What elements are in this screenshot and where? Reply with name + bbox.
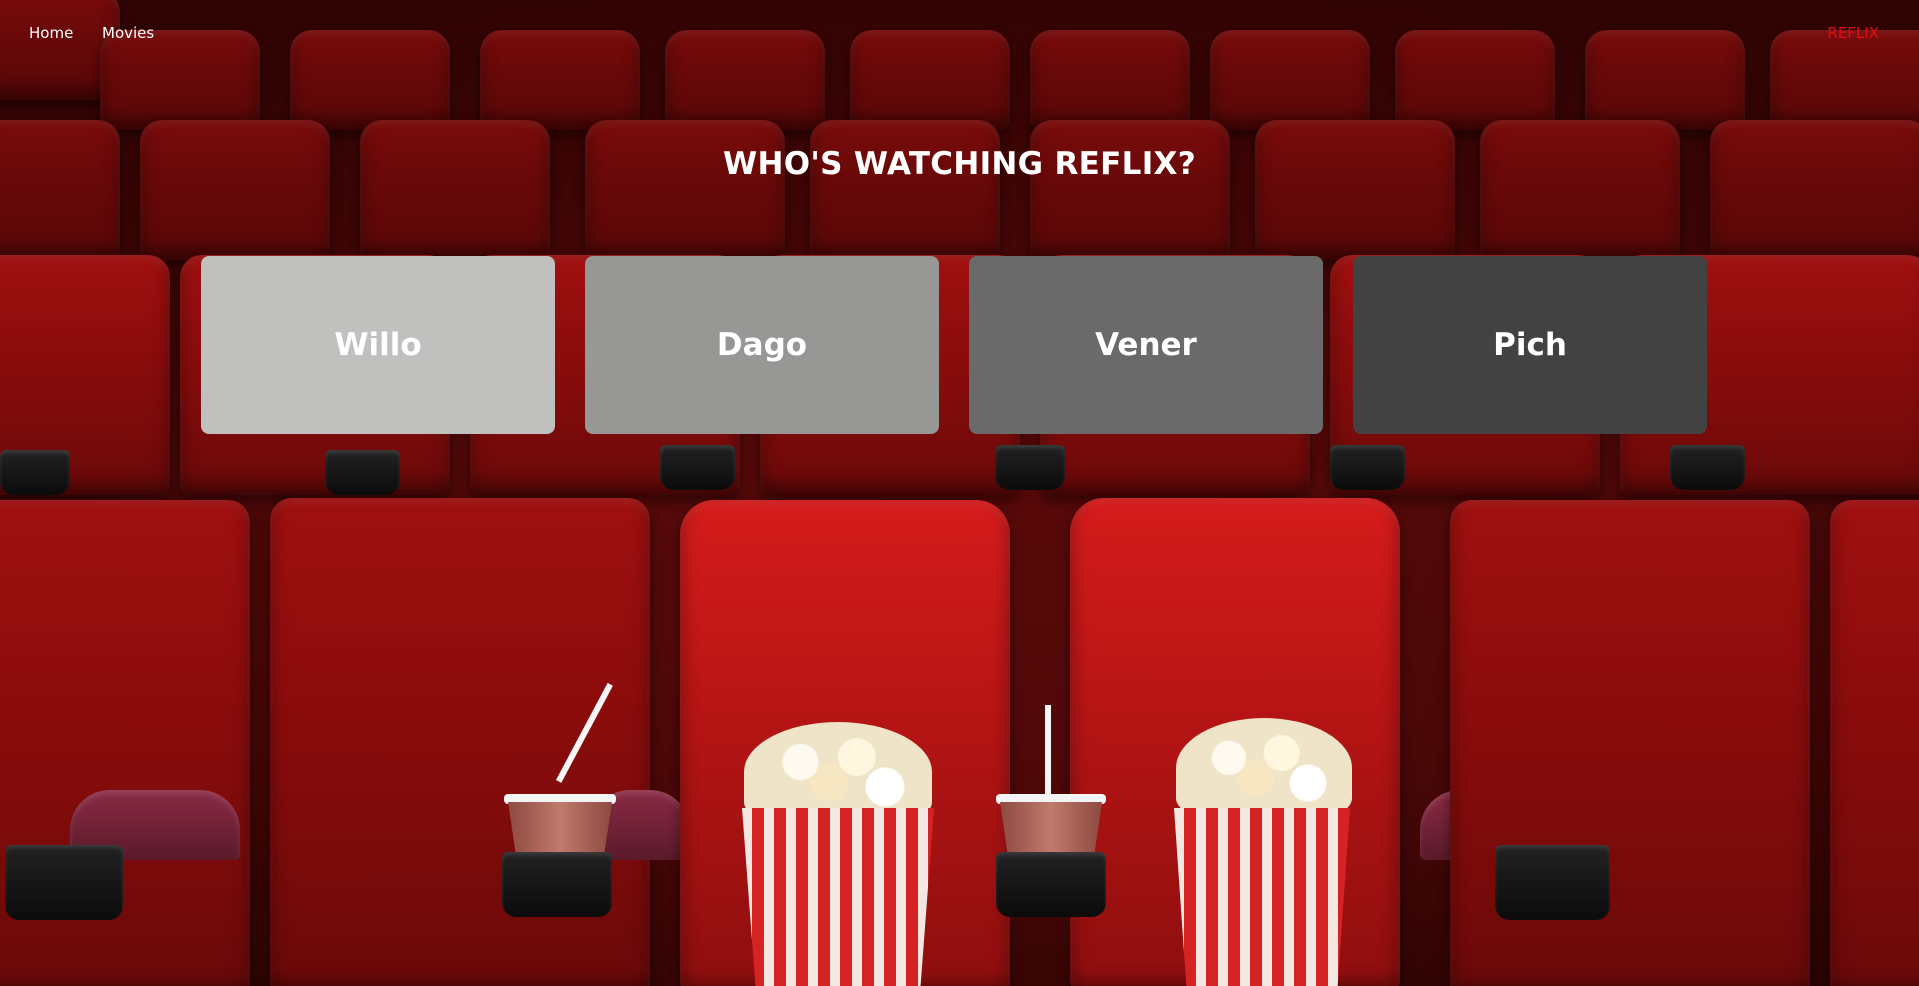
profile-name: Vener [1095,327,1197,363]
profile-card-willo[interactable]: Willo [201,256,555,434]
seat-row-second [0,110,1919,260]
nav-home-link[interactable]: Home [29,24,73,42]
profile-card-pich[interactable]: Pich [1353,256,1707,434]
top-nav: Home Movies REFLIX [0,0,1919,66]
brand-logo-link[interactable]: REFLIX [1827,24,1879,42]
seat-row-front [0,490,1919,986]
profile-name: Dago [716,327,808,363]
profile-name: Willo [334,327,422,363]
profile-card-vener[interactable]: Vener [969,256,1323,434]
nav-movies-link[interactable]: Movies [102,24,154,42]
page-title: WHO'S WATCHING REFLIX? [722,146,1197,182]
profile-card-dago[interactable]: Dago [585,256,939,434]
profile-name: Pich [1493,327,1567,363]
